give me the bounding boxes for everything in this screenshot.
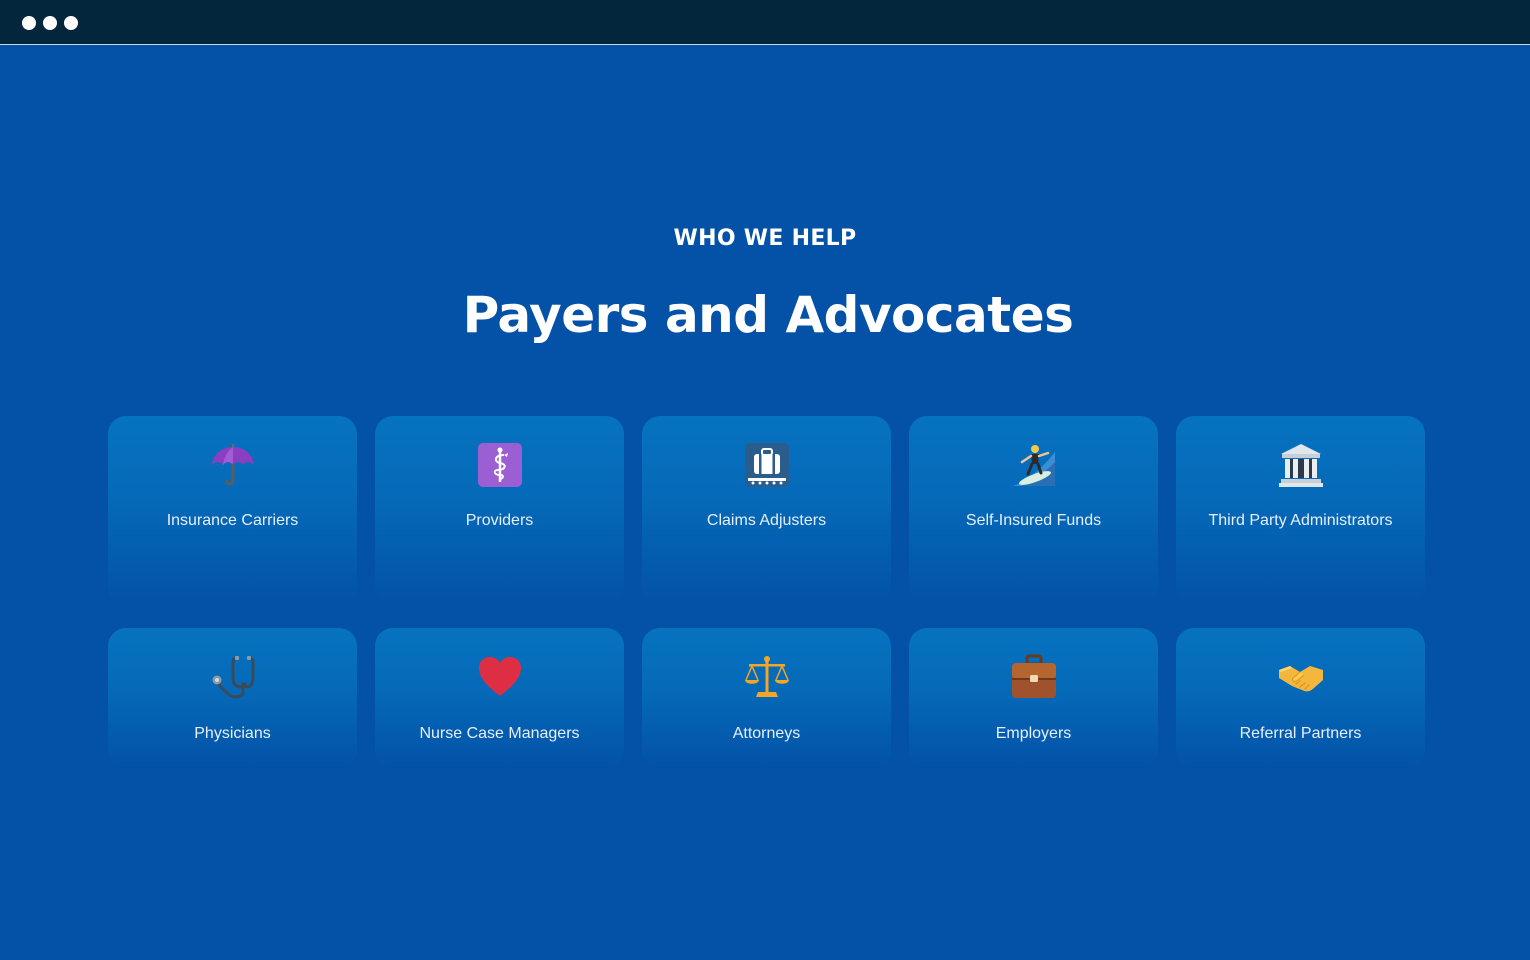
audience-grid: Insurance Carriers Providers Claims Adju… <box>108 416 1428 768</box>
section-title: Payers and Advocates <box>462 286 1074 344</box>
card-label: Providers <box>465 512 534 529</box>
umbrella-icon <box>211 444 254 486</box>
stethoscope-icon <box>212 656 254 699</box>
card-referral-partners[interactable]: Referral Partners <box>1176 628 1425 768</box>
card-label: Claims Adjusters <box>706 512 827 529</box>
card-label: Nurse Case Managers <box>419 725 580 742</box>
card-nurse-case-managers[interactable]: Nurse Case Managers <box>375 628 624 768</box>
card-claims-adjusters[interactable]: Claims Adjusters <box>642 416 891 604</box>
card-providers[interactable]: Providers <box>375 416 624 604</box>
card-insurance-carriers[interactable]: Insurance Carriers <box>108 416 357 604</box>
medical-symbol-icon <box>477 443 522 487</box>
card-label: Insurance Carriers <box>166 512 299 529</box>
classical-building-icon <box>1278 444 1323 487</box>
window-titlebar <box>0 0 1530 45</box>
card-attorneys[interactable]: Attorneys <box>642 628 891 768</box>
card-physicians[interactable]: Physicians <box>108 628 357 768</box>
card-label: Employers <box>995 725 1072 742</box>
card-employers[interactable]: Employers <box>909 628 1158 768</box>
card-label: Physicians <box>194 725 271 742</box>
baggage-claim-icon <box>744 443 789 487</box>
balance-scale-icon <box>744 656 789 697</box>
window-dot-icon <box>64 16 78 30</box>
briefcase-icon <box>1011 654 1056 698</box>
card-label: Referral Partners <box>1239 725 1362 742</box>
surfer-icon <box>1012 445 1055 486</box>
card-label: Third Party Administrators <box>1208 512 1393 529</box>
card-label: Self-Insured Funds <box>965 512 1102 529</box>
card-self-insured-funds[interactable]: Self-Insured Funds <box>909 416 1158 604</box>
window-dot-icon <box>22 16 36 30</box>
red-heart-icon <box>478 657 521 696</box>
section-eyebrow: WHO WE HELP <box>673 226 857 251</box>
window-dot-icon <box>43 16 57 30</box>
card-third-party-administrators[interactable]: Third Party Administrators <box>1176 416 1425 604</box>
handshake-icon <box>1278 666 1323 692</box>
card-label: Attorneys <box>732 725 801 742</box>
